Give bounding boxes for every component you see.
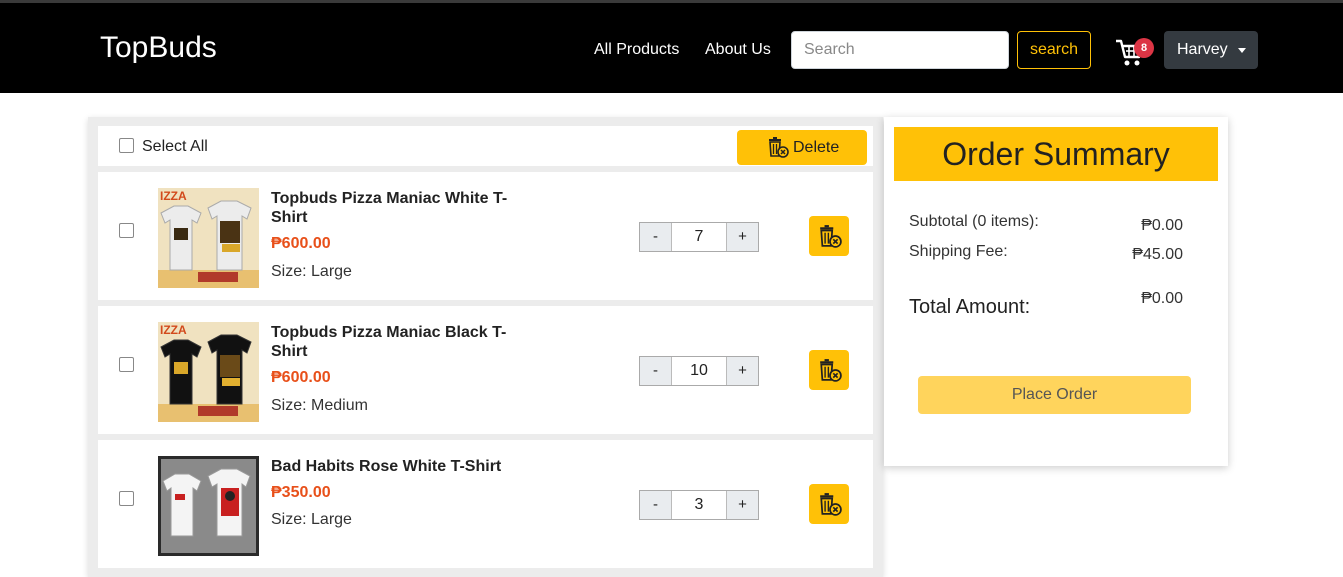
shipping-label: Shipping Fee: (909, 243, 1008, 260)
item-size: Size: Large (271, 263, 352, 280)
total-value: ₱0.00 (1141, 290, 1183, 307)
cart-item: IZZA Topbuds Pizza Maniac White T-Shirt … (98, 172, 873, 300)
item-checkbox[interactable] (119, 223, 134, 238)
trash-icon (820, 359, 842, 382)
decrease-quantity-button[interactable]: - (640, 357, 672, 385)
trash-icon (820, 225, 842, 248)
increase-quantity-button[interactable]: + (726, 223, 758, 251)
product-image (158, 456, 259, 556)
nav-about-us[interactable]: About Us (705, 41, 771, 59)
increase-quantity-button[interactable]: + (726, 357, 758, 385)
remove-item-button[interactable] (809, 350, 849, 390)
item-name: Bad Habits Rose White T-Shirt (271, 458, 502, 475)
svg-text:IZZA: IZZA (160, 189, 187, 203)
item-price: ₱600.00 (271, 369, 331, 386)
select-all-bar: Select All Delete (98, 126, 873, 166)
item-name: Topbuds Pizza Maniac White T-Shirt (271, 190, 508, 226)
nav-all-products[interactable]: All Products (594, 41, 679, 59)
item-price: ₱350.00 (271, 484, 331, 501)
item-checkbox[interactable] (119, 357, 134, 372)
quantity-stepper: - 10 + (639, 356, 759, 386)
delete-label: Delete (793, 139, 840, 156)
remove-item-button[interactable] (809, 216, 849, 256)
cart-button[interactable]: 8 (1114, 36, 1154, 70)
search-input[interactable] (791, 31, 1009, 69)
total-label: Total Amount: (909, 296, 1031, 318)
product-image: IZZA (158, 188, 259, 288)
remove-item-button[interactable] (809, 484, 849, 524)
cart-item: IZZA Topbuds Pizza Maniac Black T-Shirt … (98, 306, 873, 434)
item-price: ₱600.00 (271, 235, 331, 252)
place-order-button[interactable]: Place Order (918, 376, 1191, 414)
quantity-input[interactable]: 7 (672, 223, 726, 251)
caret-down-icon (1238, 48, 1246, 53)
order-summary-title: Order Summary (894, 127, 1218, 181)
svg-text:IZZA: IZZA (160, 323, 187, 337)
trash-icon (820, 493, 842, 516)
quantity-stepper: - 7 + (639, 222, 759, 252)
cart-item: Bad Habits Rose White T-Shirt ₱350.00 Si… (98, 440, 873, 568)
cart-panel: Select All Delete IZZA Topbuds Pizza Man… (88, 117, 883, 577)
quantity-input[interactable]: 3 (672, 491, 726, 519)
select-all-checkbox[interactable] (119, 138, 134, 153)
decrease-quantity-button[interactable]: - (640, 491, 672, 519)
item-size: Size: Medium (271, 397, 368, 414)
item-checkbox[interactable] (119, 491, 134, 506)
quantity-stepper: - 3 + (639, 490, 759, 520)
subtotal-label: Subtotal (0 items): (909, 213, 1039, 230)
decrease-quantity-button[interactable]: - (640, 223, 672, 251)
item-size: Size: Large (271, 511, 352, 528)
user-name: Harvey (1177, 41, 1228, 58)
navbar: TopBuds All Products About Us search 8 H… (0, 3, 1343, 93)
user-dropdown[interactable]: Harvey (1164, 31, 1258, 69)
product-image: IZZA (158, 322, 259, 422)
cart-count-badge: 8 (1134, 38, 1154, 58)
order-summary-panel: Order Summary Subtotal (0 items): ₱0.00 … (884, 117, 1228, 466)
shipping-value: ₱45.00 (1132, 246, 1183, 263)
subtotal-value: ₱0.00 (1141, 217, 1183, 234)
select-all-label: Select All (142, 138, 208, 155)
item-name: Topbuds Pizza Maniac Black T-Shirt (271, 324, 507, 360)
brand-logo[interactable]: TopBuds (100, 31, 217, 65)
search-button[interactable]: search (1017, 31, 1091, 69)
quantity-input[interactable]: 10 (672, 357, 726, 385)
increase-quantity-button[interactable]: + (726, 491, 758, 519)
delete-selected-button[interactable]: Delete (737, 130, 867, 165)
trash-icon (769, 137, 789, 158)
